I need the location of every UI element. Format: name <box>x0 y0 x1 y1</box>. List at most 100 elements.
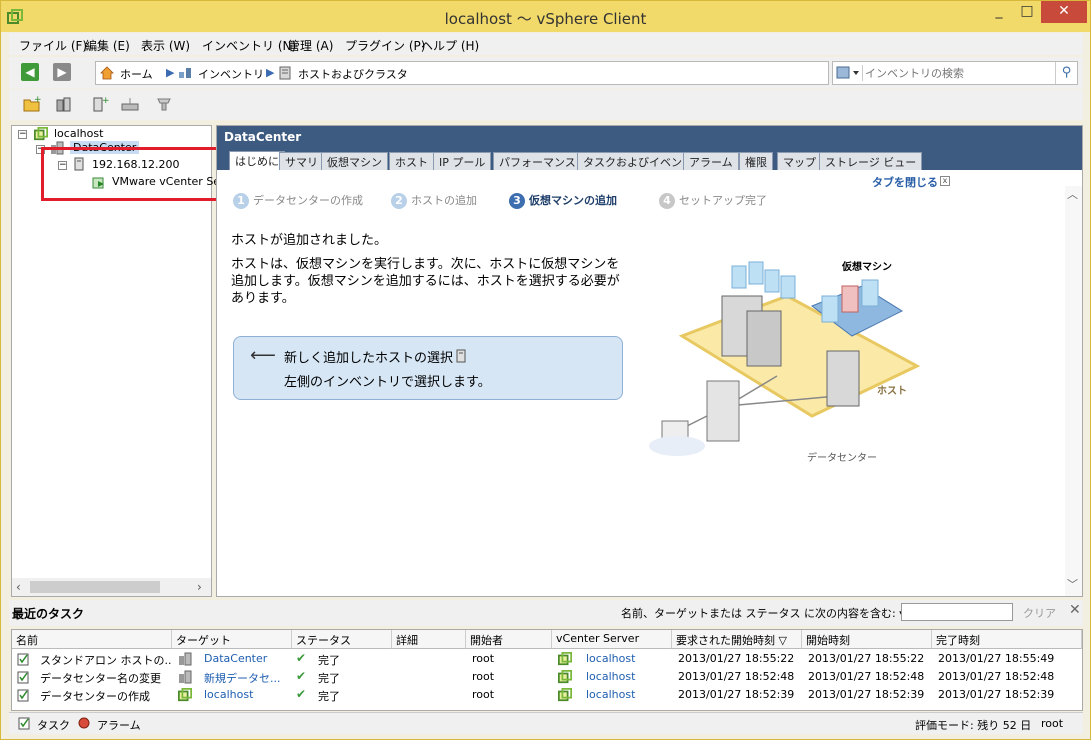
task-filter-input[interactable] <box>901 603 1013 621</box>
nav-bar: ◀ ▶ ホーム ▶ インベントリ ▶ ホストおよびクラスタ インベントリの検索 … <box>9 57 1083 89</box>
tab-maps[interactable]: マップ <box>777 152 822 170</box>
task-vcenter[interactable]: localhost <box>582 650 672 668</box>
tab-alarms[interactable]: アラーム <box>683 152 739 170</box>
breadcrumb: ホーム ▶ インベントリ ▶ ホストおよびクラスタ <box>95 61 829 85</box>
tab-virtual-machines[interactable]: 仮想マシン <box>321 152 388 170</box>
col-completed-time[interactable]: 完了時刻 <box>932 630 1082 649</box>
search-icon[interactable]: ⚲ <box>1055 62 1077 84</box>
menu-inventory[interactable]: インベントリ (N) <box>202 37 296 54</box>
task-initiator: root <box>472 670 495 683</box>
search-scope-dropdown[interactable] <box>835 65 863 81</box>
add-storage-icon[interactable] <box>121 96 139 112</box>
new-datacenter-icon[interactable] <box>55 96 73 112</box>
col-details[interactable]: 詳細 <box>392 630 466 649</box>
back-arrow-icon: ◀ <box>25 65 35 79</box>
tab-hosts[interactable]: ホスト <box>389 152 434 170</box>
breadcrumb-inventory[interactable]: インベントリ <box>198 66 264 82</box>
task-vcenter[interactable]: localhost <box>582 668 672 686</box>
scroll-left-icon[interactable]: ‹ <box>16 580 21 594</box>
tab-ip-pools[interactable]: IP プール <box>433 152 492 170</box>
tab-tasks-events[interactable]: タスクおよびイベント <box>577 152 699 170</box>
step-number: 4 <box>659 193 675 209</box>
menu-plugins[interactable]: プラグイン (P) <box>345 37 425 54</box>
tree-collapse-localhost[interactable]: − <box>18 130 27 139</box>
search-input[interactable] <box>865 64 1045 82</box>
task-target[interactable]: 新規データセ... <box>200 668 292 686</box>
datacenter-label: データセンター <box>807 451 877 464</box>
tab-permissions[interactable]: 権限 <box>739 152 773 170</box>
title-bar: localhost ～ vSphere Client _ □ ✕ <box>1 1 1090 32</box>
menu-file[interactable]: ファイル (F) <box>19 37 87 54</box>
task-details <box>392 650 466 668</box>
scroll-thumb[interactable] <box>30 581 160 593</box>
scroll-right-icon[interactable]: › <box>197 580 202 594</box>
task-name: スタンドアロン ホストの... <box>40 654 172 667</box>
tab-performance[interactable]: パフォーマンス <box>493 152 582 170</box>
col-target[interactable]: ターゲット <box>172 630 292 649</box>
tab-summary[interactable]: サマリ <box>279 152 324 170</box>
task-target[interactable]: localhost <box>200 686 292 704</box>
left-arrow-icon: ⟵ <box>250 345 276 366</box>
step-label: データセンターの作成 <box>253 194 363 207</box>
breadcrumb-hosts-clusters[interactable]: ホストおよびクラスタ <box>298 66 408 82</box>
tab-storage-views[interactable]: ストレージ ビュー <box>819 152 923 170</box>
clear-filter-button[interactable]: クリア <box>1023 605 1056 621</box>
content-body: ホストは、仮想マシンを実行します。次に、ホストに仮想マシンを追加します。仮想マシ… <box>231 257 620 306</box>
back-button[interactable]: ◀ <box>21 63 39 81</box>
task-completed-time: 2013/01/27 18:52:48 <box>938 670 1055 683</box>
close-tab-icon[interactable]: x <box>940 176 950 186</box>
menu-edit[interactable]: 編集 (E) <box>85 37 130 54</box>
forward-button[interactable]: ▶ <box>53 63 71 81</box>
menu-help[interactable]: ヘルプ (H) <box>421 37 479 54</box>
task-icon <box>18 717 30 730</box>
filter-label[interactable]: 名前、ターゲットまたは ステータス に次の内容を含む: ▾ <box>621 605 905 621</box>
task-name: データセンターの作成 <box>40 690 150 703</box>
task-start-time: 2013/01/27 18:52:39 <box>808 688 925 701</box>
menu-bar: ファイル (F) 編集 (E) 表示 (W) インベントリ (N) 管理 (A)… <box>9 33 1083 55</box>
task-target[interactable]: DataCenter <box>200 650 292 668</box>
col-initiator[interactable]: 開始者 <box>466 630 552 649</box>
tree-horizontal-scrollbar[interactable]: ‹ › <box>12 578 211 596</box>
add-network-icon[interactable] <box>155 96 173 112</box>
col-status[interactable]: ステータス <box>292 630 392 649</box>
scroll-up-icon[interactable]: ︿ <box>1067 186 1078 202</box>
step-number: 1 <box>233 193 249 209</box>
select-host-hint: ⟵ 新しく追加したホストの選択 左側のインベントリで選択します。 <box>233 336 623 400</box>
scroll-down-icon[interactable]: ﹀ <box>1067 576 1078 592</box>
window-title: localhost ～ vSphere Client <box>444 10 647 28</box>
content-vertical-scrollbar[interactable]: ︿ ﹀ <box>1065 186 1082 596</box>
alarm-icon <box>78 717 90 729</box>
minimize-button[interactable]: _ <box>985 1 1013 23</box>
add-host-icon[interactable]: + <box>91 96 109 112</box>
task-initiator: root <box>472 652 495 665</box>
close-tab-link[interactable]: タブを閉じる <box>872 174 938 190</box>
menu-admin[interactable]: 管理 (A) <box>288 37 333 54</box>
task-vcenter[interactable]: localhost <box>582 686 672 704</box>
step-number: 3 <box>509 193 525 209</box>
close-button[interactable]: ✕ <box>1041 1 1087 23</box>
new-folder-icon[interactable]: + <box>23 96 41 112</box>
col-requested-start[interactable]: 要求された開始時刻 ▽ <box>672 630 802 649</box>
col-vcenter-server[interactable]: vCenter Server <box>552 630 672 649</box>
step-create-datacenter: 1 データセンターの作成 <box>233 192 363 209</box>
close-tasks-panel-icon[interactable]: ✕ <box>1069 602 1081 618</box>
datacenter-icon <box>179 652 192 666</box>
recent-tasks-header: 最近のタスク 名前、ターゲットまたは ステータス に次の内容を含む: ▾ クリア… <box>9 600 1083 626</box>
menu-view[interactable]: 表示 (W) <box>141 37 190 54</box>
alarms-toggle[interactable]: アラーム <box>97 717 141 733</box>
tab-getting-started[interactable]: はじめに <box>229 151 285 170</box>
vm-label: 仮想マシン <box>841 260 892 273</box>
datacenter-icon <box>179 670 192 684</box>
tasks-toggle[interactable]: タスク <box>37 717 70 733</box>
forward-arrow-icon: ▶ <box>57 65 67 79</box>
content-heading: ホストが追加されました。 <box>231 233 388 248</box>
task-details <box>392 668 466 686</box>
hint-description: 左側のインベントリで選択します。 <box>284 375 491 390</box>
col-start-time[interactable]: 開始時刻 <box>802 630 932 649</box>
tree-node-localhost[interactable]: localhost <box>54 127 103 140</box>
vcenter-icon <box>558 652 572 666</box>
breadcrumb-home[interactable]: ホーム <box>120 66 153 82</box>
maximize-button[interactable]: □ <box>1013 1 1041 23</box>
col-name[interactable]: 名前 <box>12 630 172 649</box>
svg-text:+: + <box>34 96 41 105</box>
